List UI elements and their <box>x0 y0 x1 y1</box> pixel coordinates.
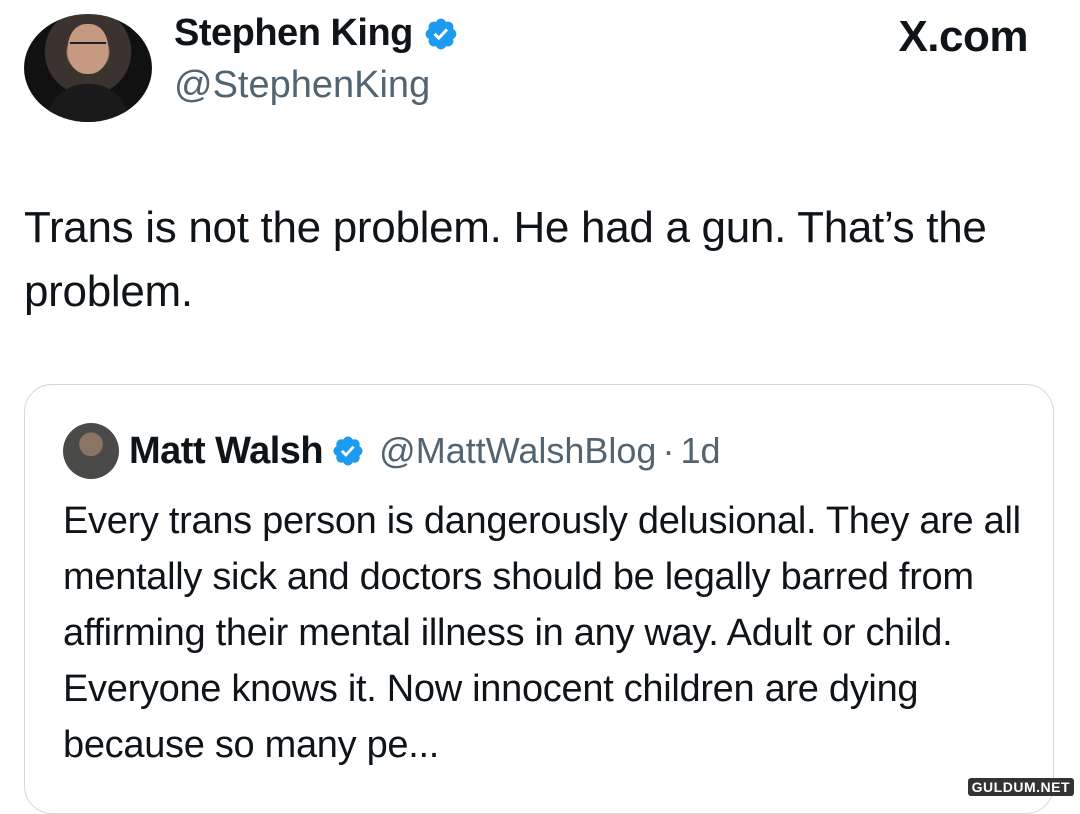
avatar-glasses <box>70 42 106 50</box>
quote-tweet-card[interactable]: Matt Walsh @MattWalshBlog · 1d Every tra… <box>24 384 1054 814</box>
tweet-text: Trans is not the problem. He had a gun. … <box>24 203 987 316</box>
author-handle[interactable]: @StephenKing <box>174 64 430 107</box>
quote-timestamp[interactable]: 1d <box>680 430 720 472</box>
watermark: GULDUM.NET <box>967 778 1074 796</box>
quote-avatar[interactable] <box>63 423 119 479</box>
brand-logo: X.com <box>898 12 1028 61</box>
verified-badge-icon <box>425 18 457 49</box>
quote-header: Matt Walsh @MattWalshBlog · 1d <box>63 423 721 479</box>
quote-author-handle[interactable]: @MattWalshBlog <box>379 430 656 472</box>
quote-author-name[interactable]: Matt Walsh <box>129 430 324 473</box>
avatar-shirt <box>46 84 130 122</box>
author-avatar[interactable] <box>24 14 152 122</box>
author-name[interactable]: Stephen King <box>174 12 413 55</box>
quote-separator: · <box>662 430 675 471</box>
quote-text: Every trans person is dangerously delusi… <box>63 500 1021 766</box>
verified-badge-icon <box>333 436 363 466</box>
author-name-row[interactable]: Stephen King <box>174 12 459 55</box>
